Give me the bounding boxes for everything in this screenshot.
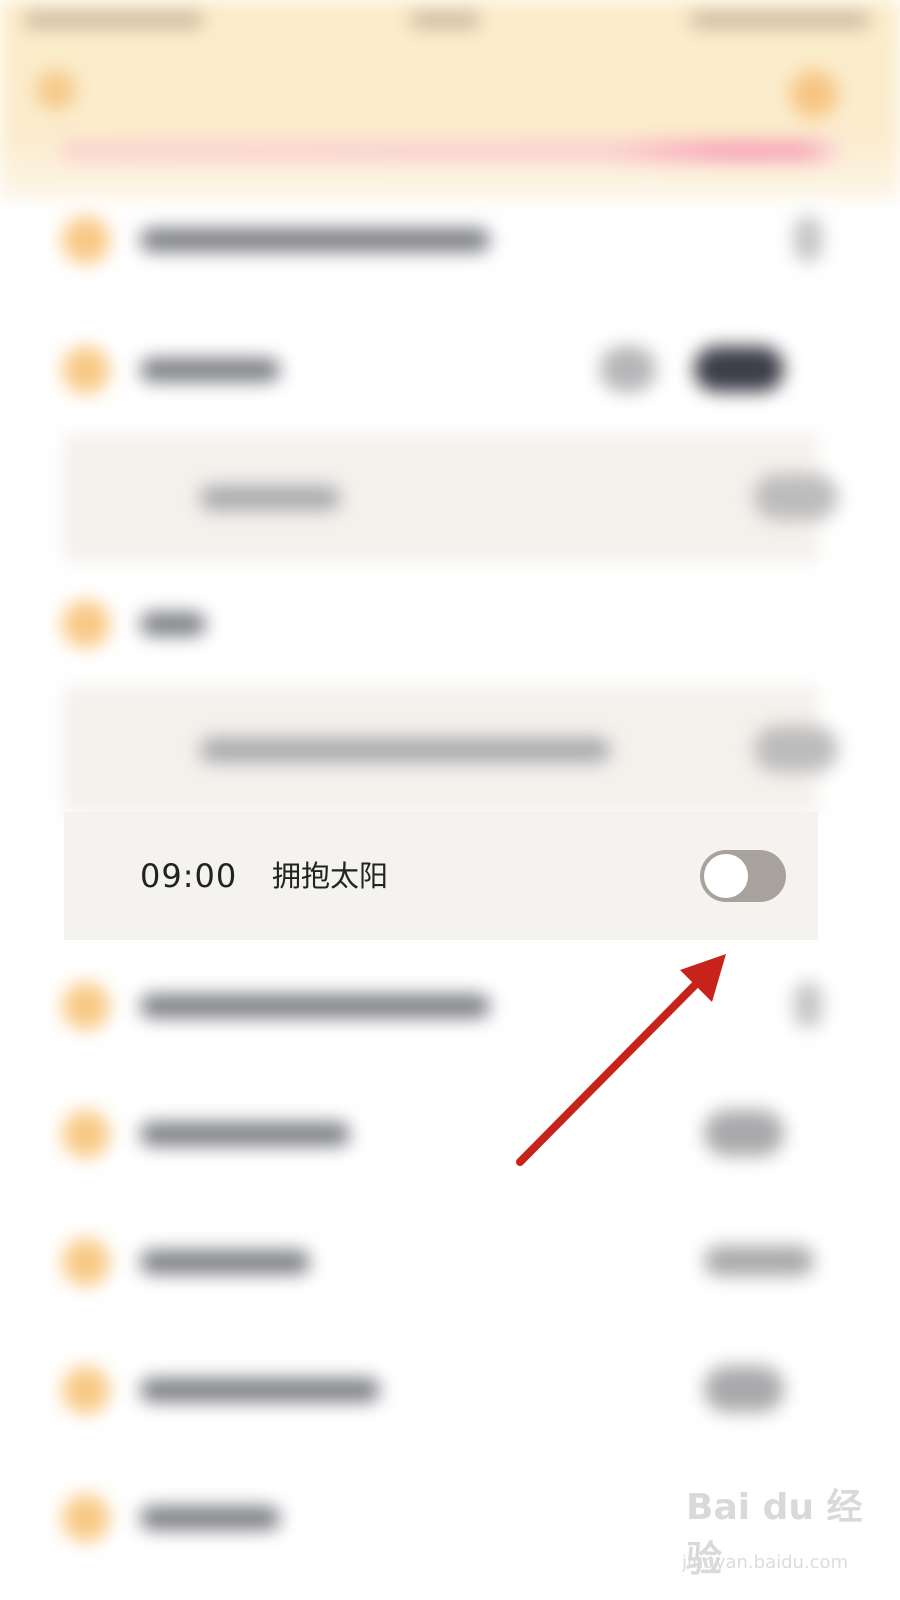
list-item[interactable] bbox=[0, 940, 900, 1068]
item-label bbox=[140, 1250, 310, 1274]
status-bar bbox=[0, 0, 900, 44]
list-item[interactable] bbox=[0, 1068, 900, 1196]
item-label bbox=[140, 358, 280, 382]
app-screen: 09:00 拥抱太阳 Bai du 经验 jingyan.baidu.com bbox=[0, 0, 900, 1600]
status-bar-clock bbox=[410, 12, 480, 28]
item-value bbox=[704, 1246, 814, 1276]
list-item[interactable] bbox=[0, 174, 900, 302]
list-item[interactable] bbox=[0, 304, 900, 432]
item-label bbox=[140, 994, 490, 1018]
toggle-switch[interactable] bbox=[754, 474, 838, 520]
progress-bar bbox=[60, 140, 840, 162]
chevron-right-icon bbox=[794, 982, 822, 1028]
menu-icon[interactable] bbox=[790, 70, 838, 118]
toggle-switch[interactable] bbox=[704, 1110, 784, 1156]
item-icon bbox=[62, 216, 110, 264]
watermark-url: jingyan.baidu.com bbox=[682, 1552, 849, 1573]
list-item[interactable] bbox=[0, 1196, 900, 1324]
status-bar-right bbox=[690, 12, 870, 28]
alarm-time: 09:00 bbox=[140, 857, 238, 895]
item-label bbox=[140, 228, 490, 252]
item-label bbox=[140, 1378, 380, 1402]
item-label bbox=[140, 1506, 280, 1530]
toggle-switch[interactable] bbox=[704, 1366, 784, 1412]
alarm-row[interactable]: 09:00 拥抱太阳 bbox=[64, 812, 818, 940]
list-item[interactable] bbox=[0, 558, 900, 686]
sub-list-item[interactable] bbox=[64, 434, 838, 562]
list-item[interactable] bbox=[0, 1324, 900, 1452]
item-label bbox=[140, 1122, 350, 1146]
back-icon[interactable] bbox=[36, 70, 76, 110]
item-icon bbox=[62, 982, 110, 1030]
alarm-toggle[interactable] bbox=[700, 850, 786, 902]
blurred-background bbox=[0, 0, 900, 1600]
chevron-right-icon bbox=[794, 216, 822, 262]
alarm-label: 拥抱太阳 bbox=[272, 859, 389, 893]
item-icon bbox=[62, 600, 110, 648]
toggle-switch[interactable] bbox=[694, 346, 784, 392]
item-icon bbox=[62, 1238, 110, 1286]
sub-list-item[interactable] bbox=[64, 686, 838, 814]
item-icon bbox=[62, 1110, 110, 1158]
baidu-watermark: Bai du 经验 jingyan.baidu.com bbox=[676, 1460, 876, 1580]
item-label bbox=[140, 612, 206, 636]
sub-item-label bbox=[200, 738, 610, 762]
status-bar-left bbox=[24, 12, 204, 28]
item-icon bbox=[62, 346, 110, 394]
sub-item-label bbox=[200, 486, 340, 510]
edit-icon[interactable] bbox=[600, 346, 656, 392]
item-icon bbox=[62, 1494, 110, 1542]
item-icon bbox=[62, 1366, 110, 1414]
toggle-knob bbox=[704, 854, 748, 898]
toggle-switch[interactable] bbox=[754, 726, 838, 772]
header bbox=[0, 0, 900, 200]
